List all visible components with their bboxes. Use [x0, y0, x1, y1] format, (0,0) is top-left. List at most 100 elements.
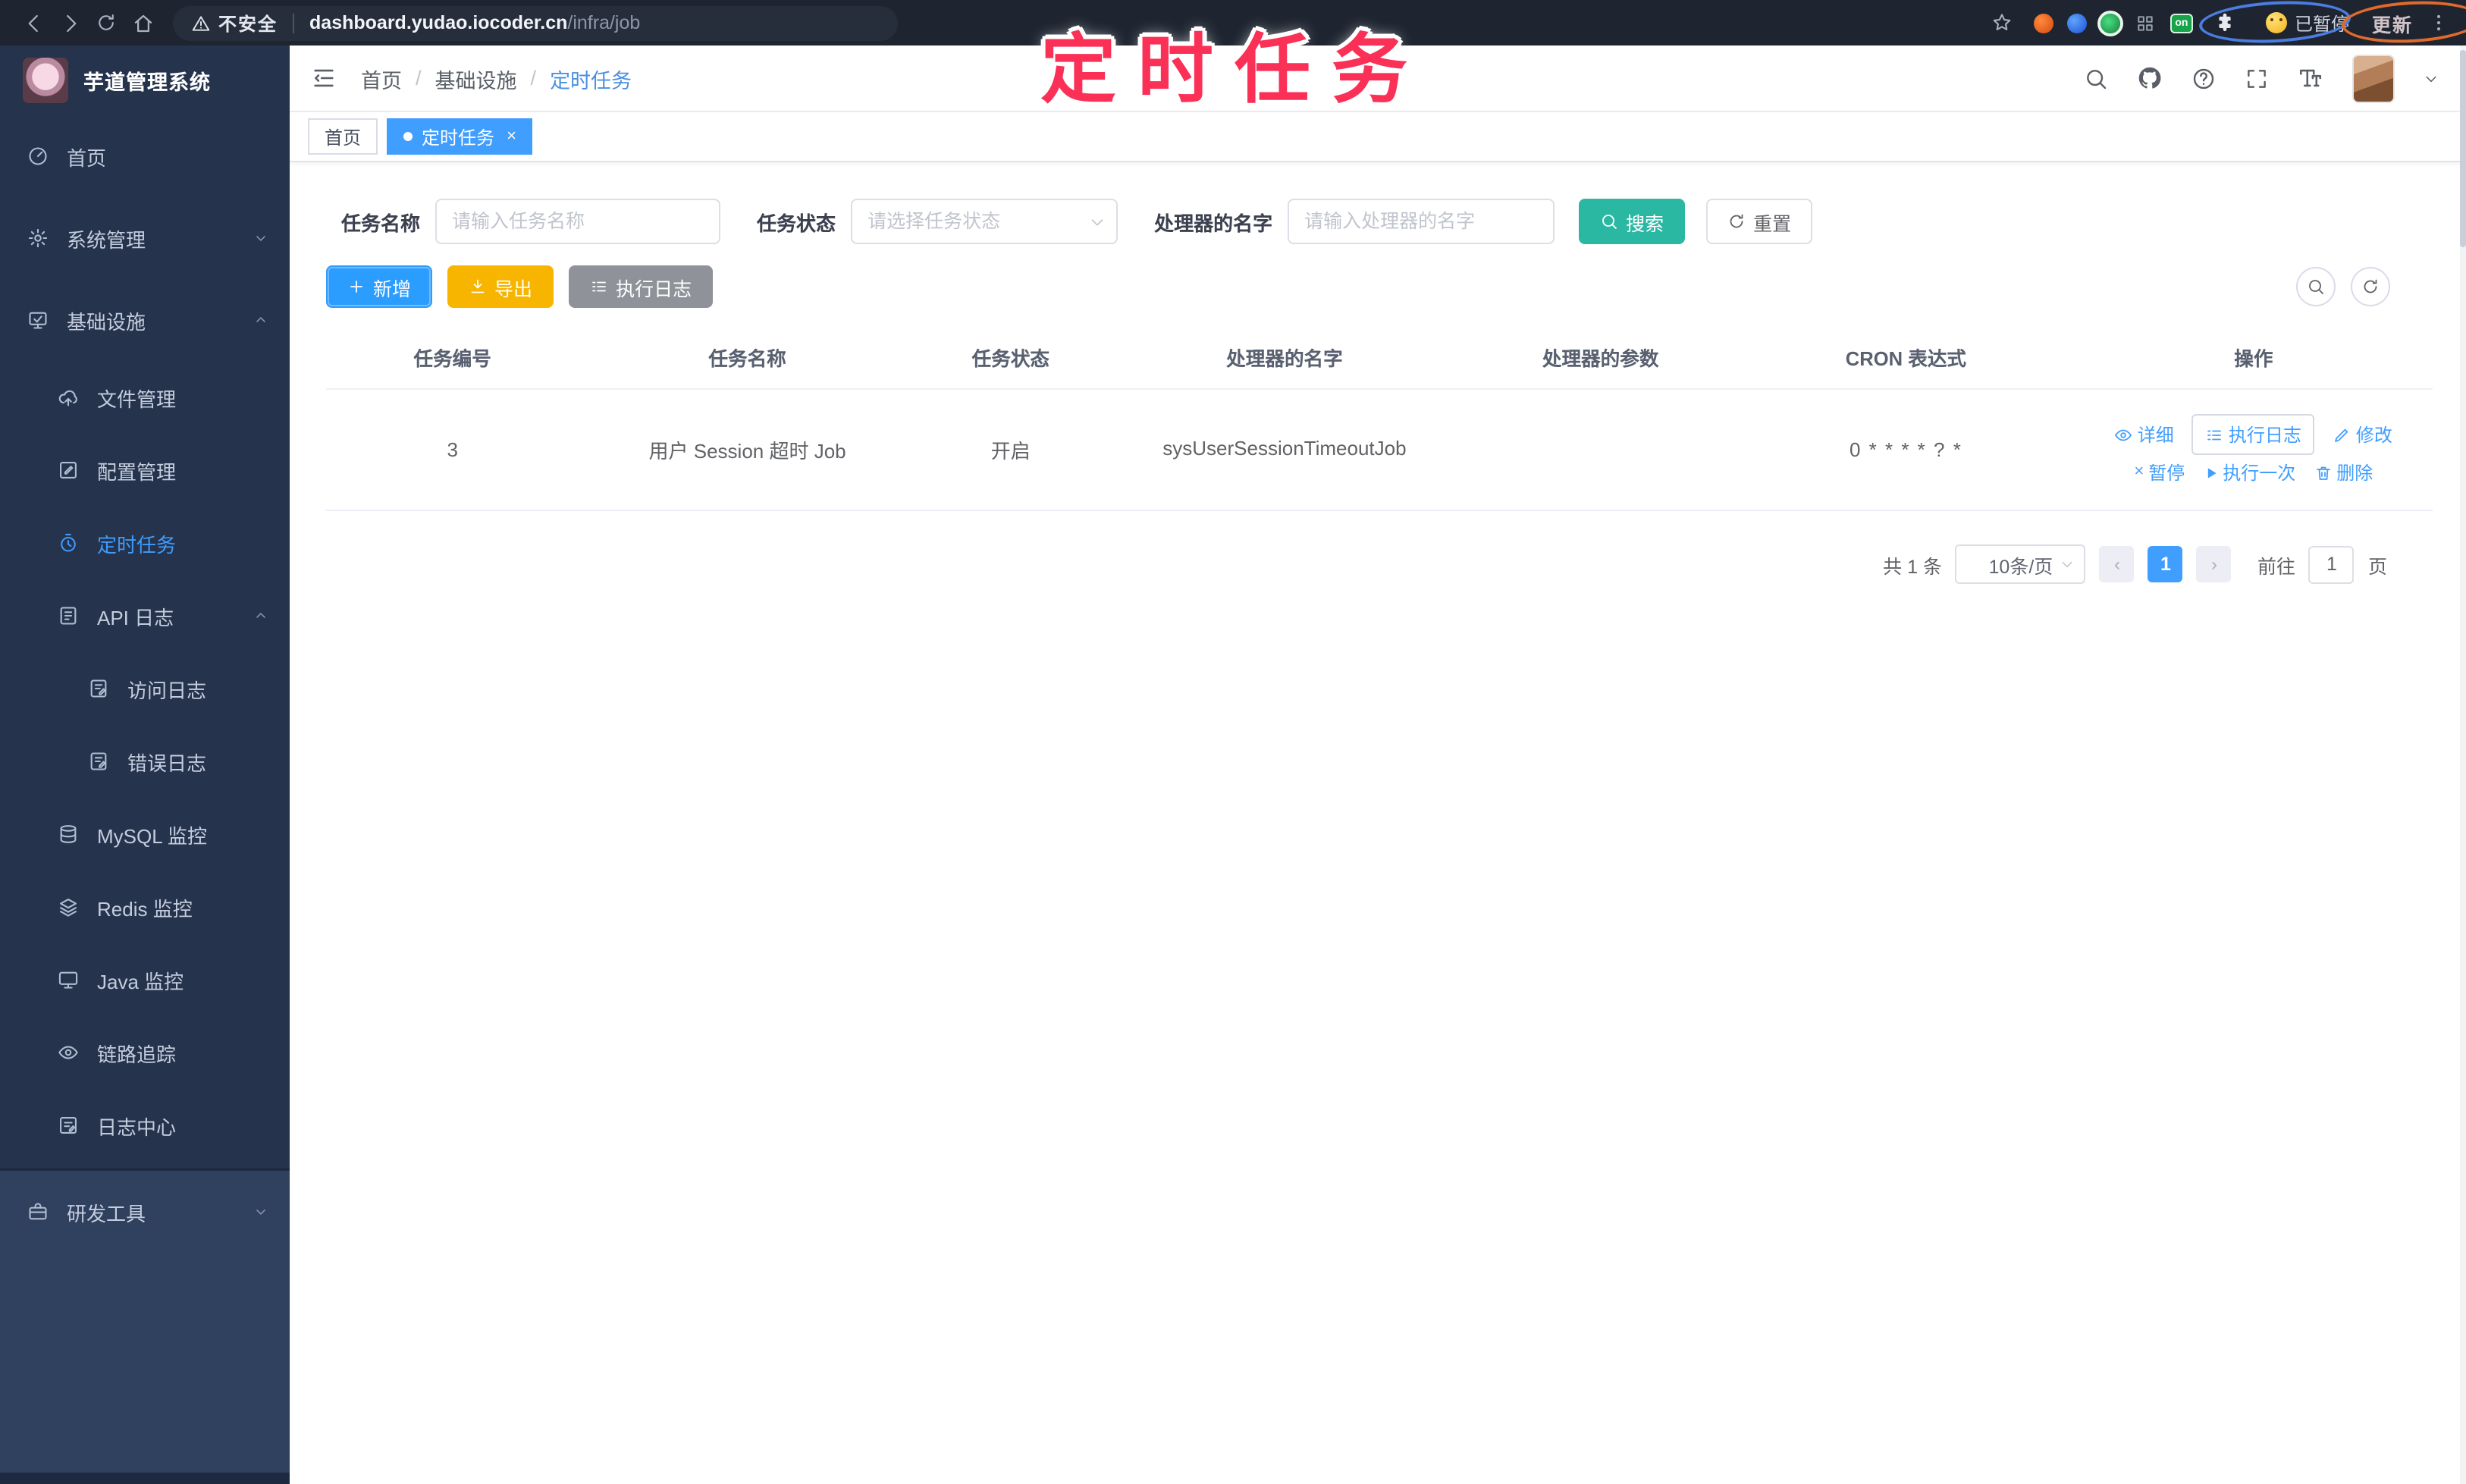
task-status-label: 任务状态 — [757, 212, 836, 234]
eye-icon — [2115, 425, 2133, 444]
add-button[interactable]: 新增 — [326, 265, 433, 308]
redis-monitor-icon — [58, 896, 79, 918]
next-page-button[interactable]: › — [2196, 546, 2232, 582]
page-number-button[interactable]: 1 — [2148, 546, 2183, 582]
sidebar-item-home[interactable]: 首页 — [0, 115, 290, 197]
column-header: 任务状态 — [915, 326, 1106, 390]
table-header-row: 任务编号 任务名称 任务状态 处理器的名字 处理器的参数 CRON 表达式 操作 — [326, 326, 2433, 390]
sidebar-item-label: 基础设施 — [67, 310, 146, 333]
table-toolbar: 新增 导出 执行日志 — [326, 265, 2433, 308]
action-detail[interactable]: 详细 — [2115, 422, 2174, 447]
sidebar-bottom-section: 研发工具 — [0, 1168, 290, 1472]
system-management-icon — [27, 227, 49, 249]
sidebar-item-redis-monitor[interactable]: Redis 监控 — [0, 871, 290, 943]
sidebar-item-label: 系统管理 — [67, 228, 146, 251]
task-name-input[interactable] — [435, 199, 721, 244]
profile-paused-chip[interactable]: 已暂停 — [2257, 7, 2358, 39]
tab-close-icon[interactable]: × — [507, 127, 516, 146]
column-header: 操作 — [2074, 326, 2433, 390]
toggle-search-button[interactable] — [2296, 267, 2336, 306]
job-log-button[interactable]: 执行日志 — [569, 265, 714, 308]
export-button[interactable]: 导出 — [447, 265, 554, 308]
action-edit[interactable]: 修改 — [2333, 422, 2392, 447]
reload-icon[interactable] — [88, 5, 124, 41]
pagination-total: 共 1 条 — [1883, 556, 1942, 577]
handler-name-input[interactable] — [1288, 199, 1555, 244]
sidebar-item-system-management[interactable]: 系统管理 — [0, 197, 290, 279]
scrollbar-thumb[interactable] — [2460, 50, 2466, 247]
refresh-table-button[interactable] — [2351, 267, 2390, 306]
page-size-select[interactable]: 10条/页 — [1955, 544, 2086, 584]
sidebar-item-mysql-monitor[interactable]: MySQL 监控 — [0, 798, 290, 871]
main-area: 首页 / 基础设施 / 定时任务 首页 定时任务 × 任务名称 请输入任务名称 … — [290, 45, 2466, 1484]
cell-handler-name: sysUserSessionTimeoutJob — [1105, 389, 1464, 511]
task-status-select[interactable] — [851, 199, 1118, 244]
extensions-puzzle-icon[interactable] — [2207, 5, 2243, 41]
forward-icon[interactable] — [52, 5, 88, 41]
table-row[interactable]: 3 用户 Session 超时 Job 开启 sysUserSessionTim… — [326, 389, 2433, 511]
sidebar-item-label: 研发工具 — [67, 1202, 146, 1225]
search-icon[interactable] — [2084, 66, 2108, 90]
list-icon — [590, 278, 608, 296]
action-delete[interactable]: 删除 — [2314, 460, 2373, 485]
goto-page-input[interactable] — [2308, 545, 2355, 583]
sidebar-item-access-log[interactable]: 访问日志 — [0, 652, 290, 725]
search-button[interactable]: 搜索 — [1579, 199, 1686, 244]
sidebar-item-error-log[interactable]: 错误日志 — [0, 725, 290, 798]
sidebar-item-label: MySQL 监控 — [97, 824, 207, 847]
collapse-sidebar-icon[interactable] — [311, 65, 337, 91]
sidebar-item-trace[interactable]: 链路追踪 — [0, 1016, 290, 1089]
bookmark-star-icon[interactable] — [1984, 5, 2020, 41]
chevron-down-icon — [253, 1204, 268, 1219]
breadcrumb-separator: / — [416, 67, 422, 89]
home-icon[interactable] — [124, 5, 161, 41]
column-header: 任务名称 — [579, 326, 916, 390]
user-menu-caret-icon[interactable] — [2424, 71, 2439, 86]
sidebar-item-scheduled-tasks[interactable]: 定时任务 — [0, 507, 290, 579]
column-header: CRON 表达式 — [1737, 326, 2075, 390]
app-logo-row[interactable]: 芋道管理系统 — [0, 45, 290, 115]
fullscreen-icon[interactable] — [2245, 66, 2269, 90]
address-bar[interactable]: 不安全 dashboard.yudao.iocoder.cn/infra/job — [173, 5, 898, 40]
action-run-once[interactable]: 执行一次 — [2203, 460, 2295, 485]
sidebar-item-dev-tools[interactable]: 研发工具 — [0, 1171, 290, 1253]
breadcrumb-item[interactable]: 定时任务 — [550, 63, 632, 93]
sidebar-item-infrastructure[interactable]: 基础设施 — [0, 279, 290, 361]
prev-page-button[interactable]: ‹ — [2099, 546, 2135, 582]
github-icon[interactable] — [2137, 65, 2163, 91]
sidebar-item-java-monitor[interactable]: Java 监控 — [0, 943, 290, 1016]
sidebar-item-file-management[interactable]: 文件管理 — [0, 361, 290, 434]
extension-icon-blue[interactable] — [2066, 13, 2087, 33]
page-scrollbar[interactable] — [2460, 45, 2466, 1484]
sidebar-item-label: 配置管理 — [97, 460, 177, 483]
active-tab-dot — [403, 132, 413, 141]
reset-button[interactable]: 重置 — [1706, 199, 1813, 244]
browser-update-button[interactable]: 更新 — [2372, 8, 2413, 37]
action-job-log[interactable]: 执行日志 — [2191, 414, 2315, 455]
browser-menu-kebab-icon[interactable] — [2427, 5, 2451, 41]
refresh-icon — [2361, 278, 2380, 296]
jobs-table: 任务编号 任务名称 任务状态 处理器的名字 处理器的参数 CRON 表达式 操作 3 用户 … — [326, 326, 2433, 511]
help-icon[interactable] — [2191, 66, 2216, 90]
mysql-monitor-icon — [58, 824, 79, 845]
user-avatar[interactable] — [2352, 54, 2395, 102]
breadcrumb-item[interactable]: 基础设施 — [435, 63, 517, 93]
sidebar-item-log-center[interactable]: 日志中心 — [0, 1089, 290, 1162]
extension-icon-green[interactable] — [2100, 13, 2120, 33]
back-icon[interactable] — [15, 5, 52, 41]
extension-on-badge[interactable]: on — [2170, 13, 2193, 33]
tab-home[interactable]: 首页 — [308, 118, 378, 155]
font-size-icon[interactable] — [2298, 65, 2323, 91]
app-title: 芋道管理系统 — [83, 71, 211, 94]
tab-scheduled-tasks[interactable]: 定时任务 × — [387, 118, 533, 155]
breadcrumb-item[interactable]: 首页 — [361, 63, 402, 93]
app-logo — [23, 58, 68, 103]
sidebar-item-config-management[interactable]: 配置管理 — [0, 434, 290, 507]
sidebar-item-label: 日志中心 — [97, 1115, 177, 1138]
action-pause[interactable]: × 暂停 — [2134, 460, 2185, 485]
extension-icon-orange[interactable] — [2033, 13, 2053, 33]
sidebar-item-api-log[interactable]: API 日志 — [0, 579, 290, 652]
extension-grid-icon[interactable] — [2134, 5, 2157, 41]
plus-icon — [347, 278, 366, 296]
chevron-up-icon — [253, 312, 268, 328]
